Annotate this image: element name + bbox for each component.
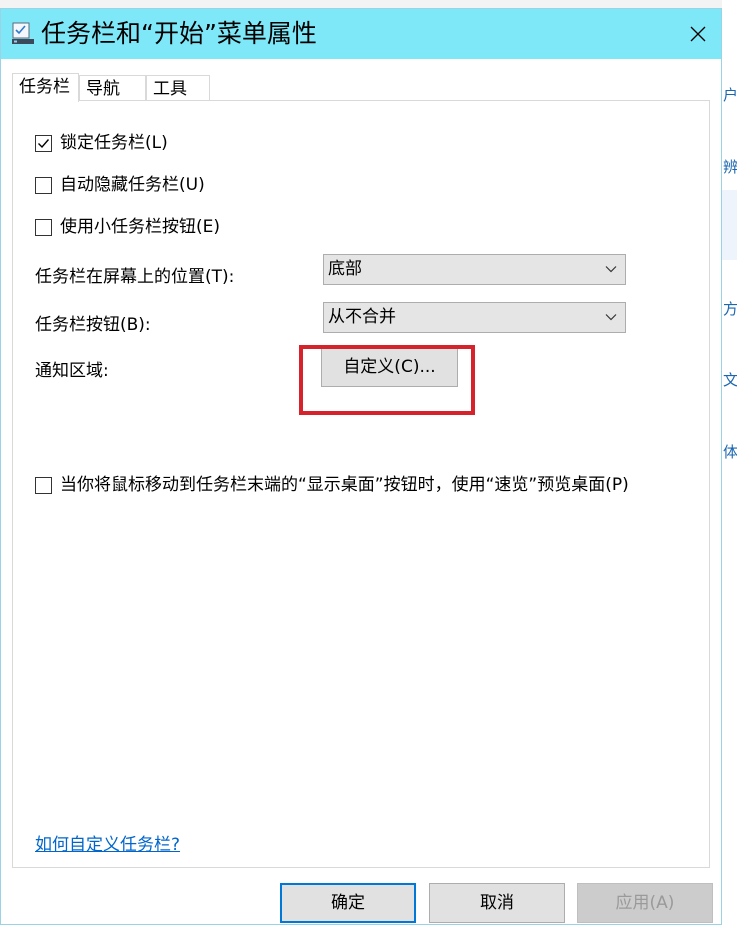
buttons-label: 任务栏按钮(B): [35, 315, 151, 335]
peek-option[interactable]: 当你将鼠标移动到任务栏末端的“显示桌面”按钮时，使用“速览”预览桌面(P) [35, 473, 629, 497]
close-icon [690, 26, 706, 42]
window-title: 任务栏和“开始”菜单属性 [41, 19, 317, 48]
background-text-fragment: 户 [723, 86, 737, 104]
background-highlight [722, 190, 737, 260]
background-text-fragment: 体 [723, 443, 737, 461]
background-text-fragment: 辨 [723, 158, 737, 176]
background-window-top [0, 0, 737, 8]
background-text-fragment: 文 [723, 371, 737, 389]
auto-hide-checkbox[interactable] [35, 176, 52, 194]
small-buttons-label: 使用小任务栏按钮(E) [60, 217, 221, 237]
title-bar[interactable]: 任务栏和“开始”菜单属性 [1, 9, 721, 59]
help-link[interactable]: 如何自定义任务栏? [35, 830, 180, 855]
peek-label: 当你将鼠标移动到任务栏末端的“显示桌面”按钮时，使用“速览”预览桌面(P) [60, 475, 629, 495]
lock-taskbar-checkbox[interactable] [35, 134, 52, 152]
peek-checkbox[interactable] [35, 476, 52, 494]
checkmark-icon [38, 138, 50, 148]
chevron-down-icon [605, 266, 617, 273]
buttons-value: 从不合并 [328, 307, 396, 327]
location-select[interactable]: 底部 [323, 254, 626, 285]
lock-taskbar-option[interactable]: 锁定任务栏(L) [35, 131, 168, 155]
properties-dialog: 任务栏和“开始”菜单属性 任务栏 导航 工具栏 锁定任务栏(L) 自动隐藏任务栏… [0, 8, 722, 925]
tab-navigation[interactable]: 导航 [79, 75, 146, 101]
buttons-select[interactable]: 从不合并 [323, 302, 626, 333]
notification-area-label: 通知区域: [35, 361, 109, 381]
auto-hide-option[interactable]: 自动隐藏任务栏(U) [35, 173, 205, 197]
cancel-button[interactable]: 取消 [429, 883, 565, 923]
chevron-down-icon [605, 314, 617, 321]
lock-taskbar-label: 锁定任务栏(L) [60, 133, 168, 153]
background-window-edge: 户 辨 方 文 体 [722, 0, 737, 925]
location-value: 底部 [328, 259, 362, 279]
auto-hide-label: 自动隐藏任务栏(U) [60, 175, 205, 195]
apply-button[interactable]: 应用(A) [577, 883, 713, 923]
close-button[interactable] [675, 9, 721, 59]
location-label: 任务栏在屏幕上的位置(T): [35, 267, 235, 287]
tab-toolbars[interactable]: 工具栏 [146, 75, 210, 125]
taskbar-properties-icon [12, 22, 34, 44]
ok-button[interactable]: 确定 [280, 883, 416, 923]
tab-taskbar[interactable]: 任务栏 [12, 73, 79, 102]
small-buttons-checkbox[interactable] [35, 218, 52, 236]
background-text-fragment: 方 [723, 300, 737, 318]
small-buttons-option[interactable]: 使用小任务栏按钮(E) [35, 215, 220, 239]
highlight-box [299, 345, 475, 415]
